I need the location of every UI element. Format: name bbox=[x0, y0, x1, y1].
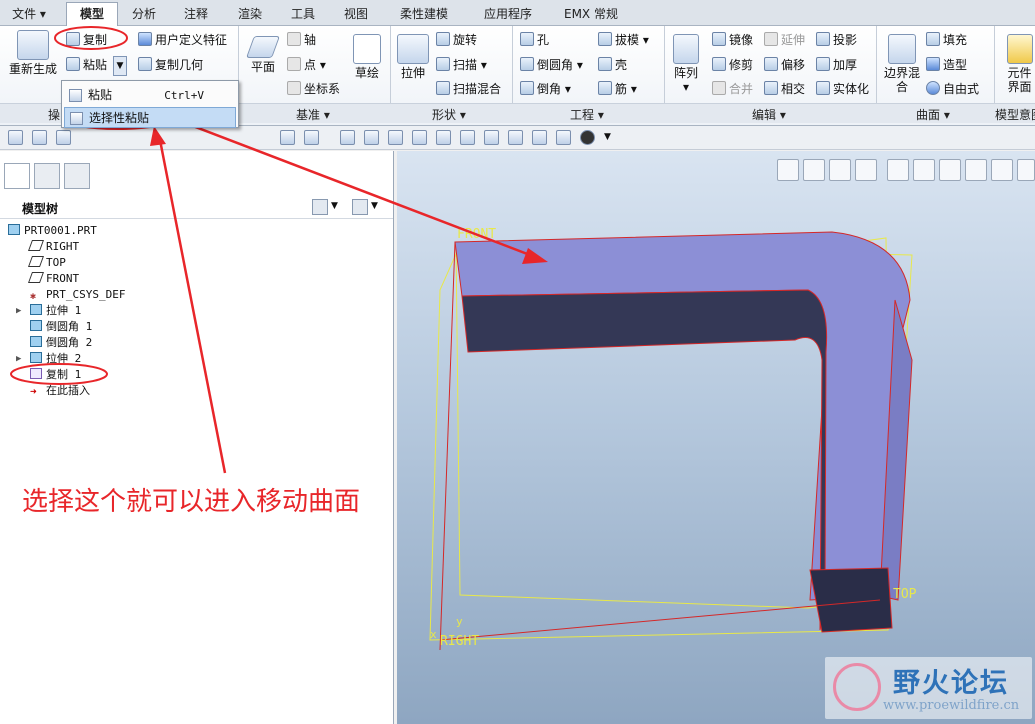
menu-item-label: 选择性粘贴 bbox=[89, 111, 150, 125]
paste-icon bbox=[69, 89, 82, 102]
paste-special-icon bbox=[70, 112, 83, 125]
right-datum-label: RIGHT bbox=[440, 634, 479, 649]
menu-item-paste-special[interactable]: 选择性粘贴 bbox=[64, 107, 236, 128]
annotation-text: 选择这个就可以进入移动曲面 bbox=[22, 487, 361, 517]
watermark: 野火论坛 www.proewildfire.cn bbox=[825, 657, 1032, 719]
arrowhead-up-icon bbox=[150, 126, 166, 146]
edge-line bbox=[439, 241, 456, 651]
watermark-url: www.proewildfire.cn bbox=[883, 698, 1020, 713]
shortcut-label: Ctrl+V bbox=[164, 89, 204, 102]
app-window: 文件 ▾ 模型 分析 注释 渲染 工具 视图 柔性建模 应用程序 EMX 常规 … bbox=[0, 0, 1035, 724]
surface-inner-wall bbox=[461, 289, 828, 631]
axis-y-label: y bbox=[456, 615, 463, 628]
edge-line bbox=[439, 599, 881, 641]
highlight-circle-copy-1 bbox=[10, 363, 108, 385]
watermark-name: 野火论坛 bbox=[893, 668, 1009, 699]
top-datum-label: TOP bbox=[893, 587, 917, 602]
highlight-circle-copy bbox=[54, 26, 128, 50]
axis-x-label: x bbox=[430, 628, 437, 641]
surface-top bbox=[454, 231, 911, 601]
menu-item-label: 粘贴 bbox=[88, 88, 113, 102]
annotation-arrow-up bbox=[158, 139, 227, 474]
annotation-arrow-right bbox=[171, 116, 531, 257]
paste-dropdown-menu: 粘贴 Ctrl+V 选择性粘贴 bbox=[61, 80, 239, 128]
butterfly-logo-icon bbox=[833, 663, 881, 711]
menu-item-paste[interactable]: 粘贴 Ctrl+V bbox=[64, 85, 236, 106]
